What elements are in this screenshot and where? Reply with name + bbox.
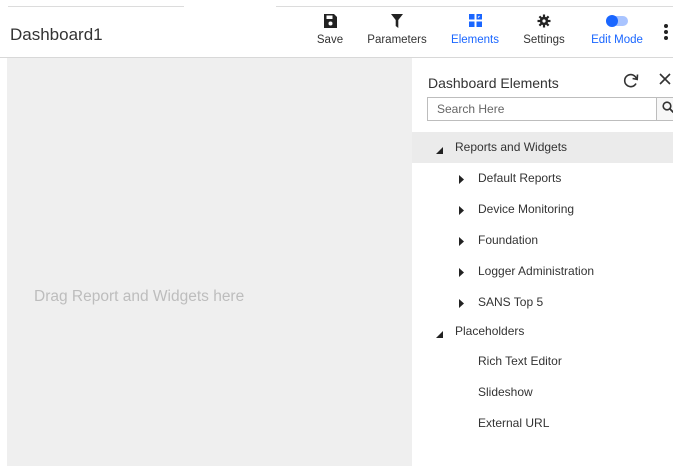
refresh-icon[interactable] (622, 72, 640, 90)
elements-grid-icon (447, 14, 503, 32)
tree-item-label: Foundation (478, 233, 539, 247)
dashboard-title: Dashboard1 (10, 25, 103, 44)
tree-item-external-url[interactable]: External URL (412, 408, 673, 439)
tree-item-label: Default Reports (478, 171, 562, 185)
filter-icon (364, 14, 430, 32)
tree-item-default-reports[interactable]: Default Reports (412, 163, 673, 194)
search-icon (662, 100, 673, 118)
gear-icon (519, 14, 569, 32)
settings-label: Settings (523, 34, 565, 46)
tree-group-label: Reports and Widgets (455, 140, 568, 154)
tree-item-rich-text-editor[interactable]: Rich Text Editor (412, 346, 673, 377)
elements-button[interactable]: Elements (447, 11, 503, 55)
tree-item-device-monitoring[interactable]: Device Monitoring (412, 194, 673, 225)
toggle-on-icon (586, 14, 648, 32)
tree-group-placeholders[interactable]: Placeholders (412, 318, 673, 346)
search-input[interactable] (428, 98, 659, 120)
tree-item-label: Device Monitoring (478, 202, 575, 216)
top-border (0, 0, 673, 8)
parameters-button[interactable]: Parameters (364, 11, 430, 55)
tree-group-reports-and-widgets[interactable]: Reports and Widgets (412, 132, 673, 163)
dashboard-elements-panel: Dashboard Elements Reports and Widgets D… (412, 58, 673, 466)
tree-item-foundation[interactable]: Foundation (412, 225, 673, 256)
settings-button[interactable]: Settings (519, 11, 569, 55)
elements-label: Elements (451, 34, 499, 46)
tree-item-logger-administration[interactable]: Logger Administration (412, 256, 673, 287)
edit-mode-label: Edit Mode (591, 34, 643, 46)
parameters-label: Parameters (367, 34, 427, 46)
top-divider-left (8, 6, 184, 7)
dashboard-header: Dashboard1 Save Parameters Elements Sett… (0, 8, 673, 58)
drop-hint: Drag Report and Widgets here (34, 288, 245, 305)
close-icon[interactable] (657, 71, 673, 87)
tree-item-label: Slideshow (478, 385, 533, 399)
tree-item-sans-top-5[interactable]: SANS Top 5 (412, 287, 673, 318)
tree-item-label: External URL (478, 416, 550, 430)
tree-item-slideshow[interactable]: Slideshow (412, 377, 673, 408)
search-box (427, 97, 673, 121)
panel-title: Dashboard Elements (428, 75, 559, 91)
tree-group-label: Placeholders (455, 324, 525, 338)
tree-item-label: SANS Top 5 (478, 295, 544, 309)
dashboard-canvas[interactable]: Drag Report and Widgets here (7, 58, 412, 466)
save-button[interactable]: Save (314, 11, 346, 55)
tree-item-label: Logger Administration (478, 264, 595, 278)
save-icon (314, 14, 346, 32)
save-label: Save (316, 34, 344, 46)
elements-tree: Reports and Widgets Default Reports Devi… (412, 132, 673, 439)
edit-mode-toggle[interactable]: Edit Mode (586, 11, 648, 55)
top-divider-right (276, 6, 673, 7)
tree-item-label: Rich Text Editor (478, 354, 562, 368)
search-button[interactable] (656, 98, 673, 120)
more-options-icon[interactable] (662, 21, 670, 43)
